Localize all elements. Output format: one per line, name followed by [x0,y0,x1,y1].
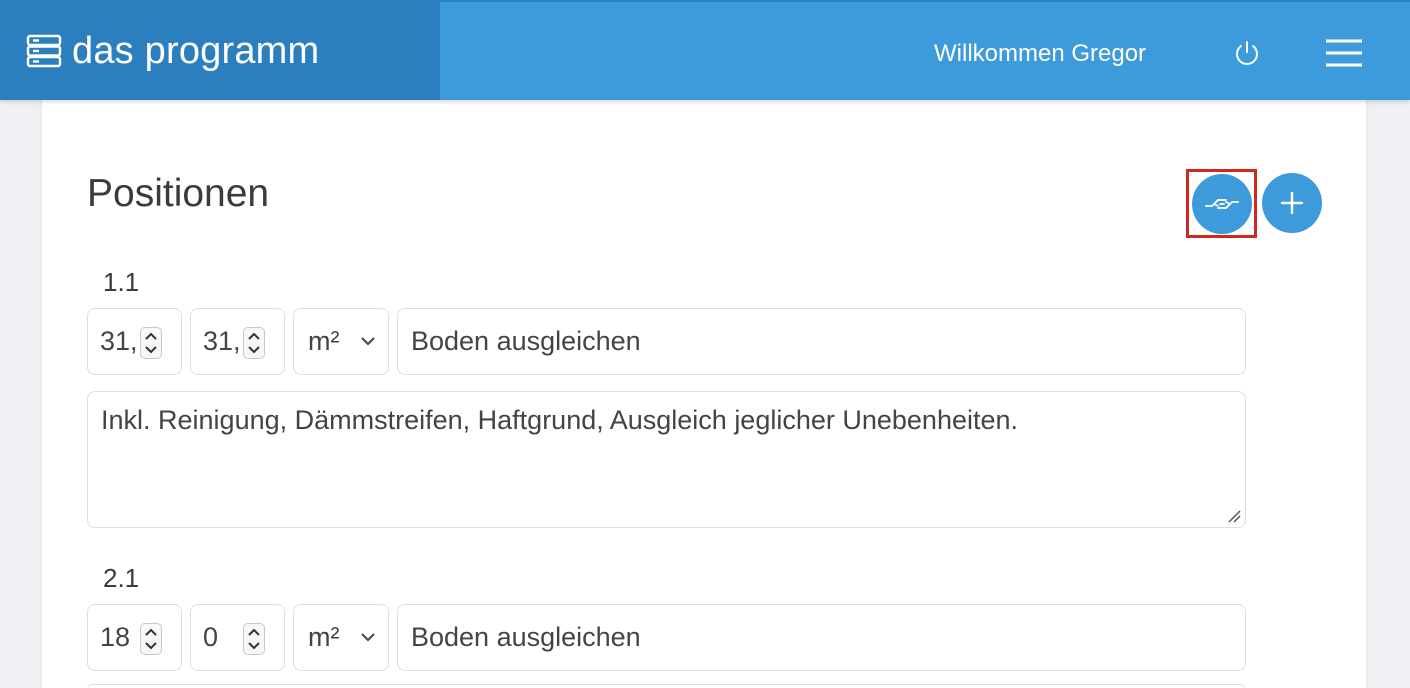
power-icon[interactable] [1232,38,1262,68]
quantity2-stepper[interactable] [243,327,265,359]
position-number: 1.1 [103,267,140,297]
quantity-value: 18 [100,622,131,652]
app-title: das programm [72,29,320,72]
position-description-textarea[interactable]: Inkl. Reinigung, Dämmstreifen, Haftgrund… [87,391,1246,528]
unit-select[interactable]: m² [293,308,389,375]
link-button-circle[interactable] [1191,173,1252,234]
quantity2-value: 31, [203,326,241,356]
quantity-input[interactable]: 18 [87,604,182,671]
handshake-icon [1204,198,1239,209]
chevron-down-icon [145,346,157,354]
unit-select[interactable]: m² [293,604,389,671]
app-header: das programm Willkommen Gregor [0,0,1410,100]
position-title-input[interactable]: Boden ausgleichen [397,308,1246,375]
chevron-down-icon [361,633,375,642]
position-title-value: Boden ausgleichen [411,326,641,356]
chevron-down-icon [145,642,157,650]
chevron-up-icon [248,332,260,340]
chevron-up-icon [145,332,157,340]
quantity2-value: 0 [203,622,219,652]
server-stack-icon [26,34,62,68]
chevron-up-icon [248,628,260,636]
link-positions-button[interactable] [1186,169,1257,238]
plus-icon [1280,191,1304,215]
quantity-stepper[interactable] [140,327,162,359]
unit-value: m² [308,326,340,356]
quantity2-input[interactable]: 31, [190,308,285,375]
unit-value: m² [308,622,340,652]
quantity-input[interactable]: 31, [87,308,182,375]
position-description-textarea[interactable] [87,684,1246,688]
resize-handle-icon[interactable] [1227,509,1241,523]
welcome-text: Willkommen Gregor [934,40,1147,67]
chevron-down-icon [248,642,260,650]
quantity-value: 31, [100,326,138,356]
quantity2-input[interactable]: 0 [190,604,285,671]
chevron-down-icon [248,346,260,354]
brand[interactable]: das programm [0,2,440,100]
quantity2-stepper[interactable] [243,623,265,655]
add-position-button[interactable] [1262,173,1322,233]
position-title-value: Boden ausgleichen [411,622,641,652]
position-number: 2.1 [103,563,140,593]
chevron-down-icon [361,337,375,346]
quantity-stepper[interactable] [140,623,162,655]
chevron-up-icon [145,628,157,636]
hamburger-menu-icon[interactable] [1326,38,1362,68]
section-title: Positionen [87,172,270,215]
position-title-input[interactable]: Boden ausgleichen [397,604,1246,671]
position-description-value: Inkl. Reinigung, Dämmstreifen, Haftgrund… [101,405,1019,435]
